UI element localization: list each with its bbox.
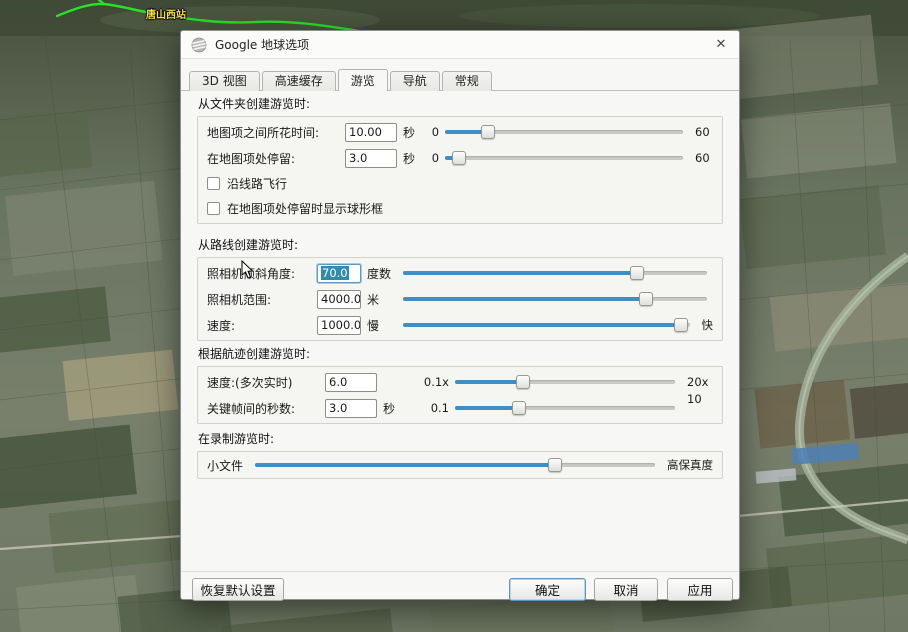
- section-title: 从文件夹创建游览时:: [198, 95, 723, 112]
- screen: 唐山西站 Google 地球选项 ✕ 3D 视图 高速缓存 游览 导航 常规: [0, 0, 908, 632]
- google-earth-logo-icon: [191, 37, 207, 53]
- time-between-features-row: 地图项之间所花时间: 10.00 秒 0 60: [198, 119, 722, 145]
- fly-along-lines-row[interactable]: 沿线路飞行: [198, 171, 722, 196]
- unit-label: 米: [367, 291, 397, 308]
- tab-navigation[interactable]: 导航: [390, 71, 440, 91]
- slider-track[interactable]: [445, 156, 683, 160]
- field-label: 关键帧间的秒数:: [207, 400, 325, 417]
- close-icon[interactable]: ✕: [711, 36, 731, 54]
- line-speed-row: 速度: 1000.0 慢 快: [198, 312, 722, 338]
- keyframe-seconds-row: 关键帧间的秒数: 3.0 秒 0.1 10: [198, 395, 722, 421]
- slider-fill: [403, 271, 637, 275]
- wait-slider[interactable]: [445, 150, 683, 166]
- footer-separator: [181, 571, 739, 572]
- options-dialog: Google 地球选项 ✕ 3D 视图 高速缓存 游览 导航 常规 从文件夹创建…: [180, 30, 740, 600]
- keyframe-seconds-slider[interactable]: [455, 400, 675, 416]
- slider-min-label: 0: [423, 151, 439, 165]
- slider-thumb[interactable]: [548, 458, 562, 472]
- camera-range-slider[interactable]: [403, 291, 707, 307]
- slider-fill: [255, 463, 555, 467]
- line-speed-slider[interactable]: [403, 317, 690, 333]
- slider-thumb[interactable]: [630, 266, 644, 280]
- wait-input[interactable]: 3.0: [345, 149, 397, 168]
- slider-thumb[interactable]: [639, 292, 653, 306]
- section-from-track: 根据航迹创建游览时: 速度:(多次实时) 6.0 0.1x 20x 关键帧间的秒…: [197, 345, 723, 424]
- checkbox-label: 在地图项处停留时显示球形框: [227, 200, 383, 217]
- fast-label: 快: [702, 317, 714, 333]
- slider-fill: [403, 297, 646, 301]
- time-between-slider[interactable]: [445, 124, 683, 140]
- station-label: 唐山西站: [146, 6, 186, 21]
- section-recording: 在录制游览时: 小文件 高保真度: [197, 430, 723, 479]
- slider-thumb[interactable]: [452, 151, 466, 165]
- field-label: 在地图项处停留:: [207, 150, 345, 167]
- tab-general[interactable]: 常规: [442, 71, 492, 91]
- wait-at-feature-row: 在地图项处停留: 3.0 秒 0 60: [198, 145, 722, 171]
- track-speed-row: 速度:(多次实时) 6.0 0.1x 20x: [198, 369, 722, 395]
- dialog-titlebar[interactable]: Google 地球选项 ✕: [181, 31, 739, 59]
- field-label: 照相机范围:: [207, 291, 317, 308]
- field-label: 照相机倾斜角度:: [207, 265, 317, 282]
- camera-tilt-slider[interactable]: [403, 265, 707, 281]
- field-label: 速度:: [207, 317, 317, 334]
- section-from-line: 从路线创建游览时: 照相机倾斜角度: 70.0 度数 照相机范围: 4000.0…: [197, 236, 723, 341]
- slow-label: 慢: [367, 317, 397, 334]
- checkbox-label: 沿线路飞行: [227, 175, 287, 192]
- slider-thumb[interactable]: [674, 318, 688, 332]
- restore-defaults-button[interactable]: 恢复默认设置: [192, 578, 284, 601]
- camera-range-input[interactable]: 4000.0: [317, 290, 361, 309]
- dialog-title: Google 地球选项: [215, 36, 309, 53]
- tab-cache[interactable]: 高速缓存: [262, 71, 336, 91]
- slider-thumb[interactable]: [512, 401, 526, 415]
- tabbar: 3D 视图 高速缓存 游览 导航 常规: [189, 71, 731, 91]
- show-balloon-checkbox[interactable]: [207, 202, 220, 215]
- camera-tilt-input[interactable]: 70.0: [317, 264, 361, 283]
- slider-thumb[interactable]: [481, 125, 495, 139]
- unit-label: 度数: [367, 265, 397, 282]
- field-label: 地图项之间所花时间:: [207, 124, 345, 141]
- recording-quality-slider[interactable]: [255, 457, 655, 473]
- unit-label: 秒: [403, 124, 415, 141]
- high-fidelity-label: 高保真度: [667, 457, 713, 473]
- show-balloon-row[interactable]: 在地图项处停留时显示球形框: [198, 196, 722, 221]
- track-speed-slider[interactable]: [455, 374, 675, 390]
- mouse-cursor: [241, 260, 254, 279]
- camera-range-row: 照相机范围: 4000.0 米: [198, 286, 722, 312]
- section-from-folder: 从文件夹创建游览时: 地图项之间所花时间: 10.00 秒 0 60 在地图项处…: [197, 95, 723, 224]
- apply-button[interactable]: 应用: [667, 578, 733, 601]
- slider-max-label: 60: [695, 151, 713, 165]
- slider-min-label: 0.1x: [409, 375, 449, 389]
- section-title: 根据航迹创建游览时:: [198, 345, 723, 362]
- small-file-label: 小文件: [207, 457, 249, 474]
- unit-label: 秒: [383, 400, 401, 417]
- slider-thumb[interactable]: [516, 375, 530, 389]
- slider-max-label: 60: [695, 125, 713, 139]
- slider-fill: [403, 323, 681, 327]
- slider-fill: [455, 380, 523, 384]
- slider-fill: [455, 406, 519, 410]
- field-label: 速度:(多次实时): [207, 374, 325, 391]
- time-between-input[interactable]: 10.00: [345, 123, 397, 142]
- recording-quality-row: 小文件 高保真度: [198, 454, 722, 476]
- tab-touring[interactable]: 游览: [338, 69, 388, 91]
- cancel-button[interactable]: 取消: [594, 578, 658, 601]
- section-title: 从路线创建游览时:: [198, 236, 723, 253]
- slider-min-label: 0.1: [409, 401, 449, 415]
- unit-label: 秒: [403, 150, 415, 167]
- camera-tilt-row: 照相机倾斜角度: 70.0 度数: [198, 260, 722, 286]
- line-speed-input[interactable]: 1000.0: [317, 316, 361, 335]
- slider-max-label: 20x: [687, 375, 713, 389]
- tab-3d-view[interactable]: 3D 视图: [189, 71, 260, 91]
- slider-min-label: 0: [423, 125, 439, 139]
- slider-max-label: 10: [687, 392, 713, 406]
- track-speed-input[interactable]: 6.0: [325, 373, 377, 392]
- keyframe-seconds-input[interactable]: 3.0: [325, 399, 377, 418]
- section-title: 在录制游览时:: [198, 430, 723, 447]
- ok-button[interactable]: 确定: [509, 578, 586, 601]
- fly-along-lines-checkbox[interactable]: [207, 177, 220, 190]
